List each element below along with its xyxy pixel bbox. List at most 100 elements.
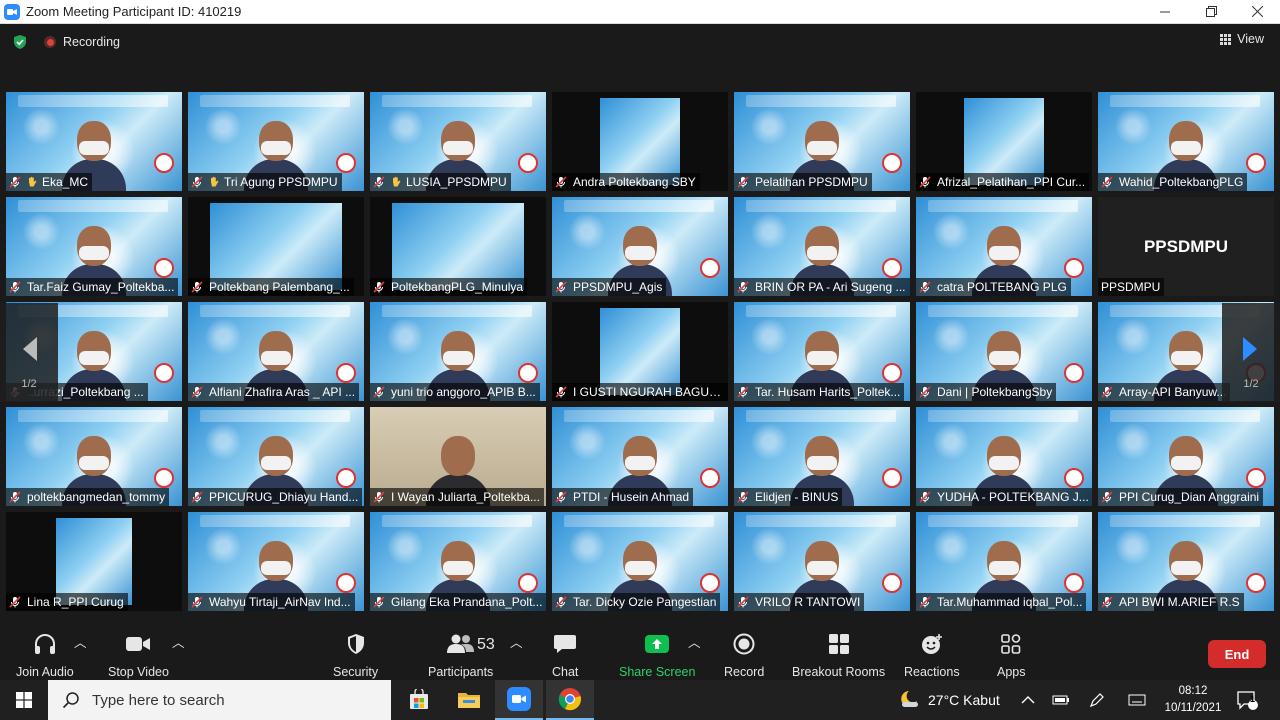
event-banner (928, 515, 1078, 527)
event-logo-icon (1064, 258, 1084, 278)
start-button[interactable] (0, 680, 48, 720)
reactions-button[interactable]: Reactions (904, 632, 960, 679)
close-button[interactable] (1234, 0, 1280, 23)
participant-tile[interactable]: yuni trio anggoro_APIB B... (370, 302, 546, 401)
participant-tile[interactable]: I GUSTI NGURAH BAGUS ... (552, 302, 728, 401)
participant-tile[interactable]: Afrizal_Pelatihan_PPI Cur... (916, 92, 1092, 191)
microsoft-store-icon[interactable] (395, 680, 443, 720)
participants-options-caret[interactable]: ︿ (510, 632, 523, 651)
participant-tile[interactable]: Lina R_PPI Curug (6, 512, 182, 611)
participant-tile[interactable]: VRILO R TANTOWI (734, 512, 910, 611)
participant-tile[interactable]: catra POLTEBANG PLG (916, 197, 1092, 296)
participant-tile[interactable]: Andra Poltekbang SBY (552, 92, 728, 191)
participant-name: Gilang Eka Prandana_Polt... (391, 595, 543, 609)
participant-tile[interactable]: Dani | PoltekbangSby (916, 302, 1092, 401)
participant-tile[interactable]: Gilang Eka Prandana_Polt... (370, 512, 546, 611)
event-logo-icon (336, 468, 356, 488)
participant-tile[interactable]: PoltekbangPLG_Minulya (370, 197, 546, 296)
audio-options-caret[interactable]: ︿ (74, 632, 87, 651)
zoom-taskbar-icon[interactable] (495, 680, 543, 720)
event-logo-icon (700, 258, 720, 278)
participant-tile[interactable]: PPI Curug_Dian Anggraini (1098, 407, 1274, 506)
participant-name: VRILO R TANTOWI (755, 595, 861, 609)
participant-name-bar: PPSDMPU (1098, 278, 1165, 296)
recording-indicator[interactable]: Recording (44, 35, 120, 49)
share-screen-button[interactable]: Share Screen (619, 632, 695, 679)
view-button[interactable]: View (1220, 32, 1264, 46)
participant-tile[interactable]: Wahyu Tirtaji_AirNav Ind... (188, 512, 364, 611)
participant-tile[interactable]: I Wayan Juliarta_Poltekba... (370, 407, 546, 506)
clock-date: 10/11/2021 (1164, 702, 1222, 714)
minimize-button[interactable] (1142, 0, 1188, 23)
record-button[interactable]: Record (724, 632, 764, 679)
muted-mic-icon (1101, 386, 1113, 398)
chrome-icon[interactable] (546, 680, 594, 720)
caret-up-icon: ︿ (172, 636, 185, 650)
join-audio-label: Join Audio (16, 665, 74, 679)
participant-tile[interactable]: PPSDMPU PPSDMPU (1098, 197, 1274, 296)
participant-tile[interactable]: Tar. Dicky Ozie Pangestian (552, 512, 728, 611)
participant-tile[interactable]: Alfiani Zhafira Aras _ API ... (188, 302, 364, 401)
headphones-icon (33, 632, 57, 656)
apps-button[interactable]: Apps (997, 632, 1026, 679)
participant-tile[interactable]: BRIN OR PA - Ari Sugeng ... (734, 197, 910, 296)
event-logo-icon (1246, 573, 1266, 593)
participant-tile[interactable]: Wahid_PoltekbangPLG (1098, 92, 1274, 191)
participants-icon (446, 632, 475, 656)
muted-mic-icon (737, 386, 749, 398)
participant-tile[interactable]: Poltekbang Palembang_... (188, 197, 364, 296)
keyboard-icon[interactable] (1128, 680, 1146, 720)
previous-page-button[interactable]: 1/2 (0, 303, 58, 402)
shield-check-icon[interactable] (12, 34, 28, 50)
participant-tile[interactable]: poltekbangmedan_tommy (6, 407, 182, 506)
participant-tile[interactable]: Tar.Faiz Gumay_Poltekba... (6, 197, 182, 296)
end-meeting-button[interactable]: End (1208, 640, 1266, 668)
next-page-button[interactable]: 1/2 (1222, 303, 1280, 402)
notifications-button[interactable]: 1 (1236, 680, 1258, 720)
file-explorer-icon[interactable] (445, 680, 493, 720)
participant-name: catra POLTEBANG PLG (937, 280, 1067, 294)
show-hidden-icons-button[interactable] (1021, 680, 1035, 720)
chat-button[interactable]: Chat (552, 632, 578, 679)
participant-name-bar: Wahyu Tirtaji_AirNav Ind... (188, 593, 355, 611)
participant-tile[interactable]: LUSIA_PPSDMPU (370, 92, 546, 191)
caret-up-icon: ︿ (510, 636, 523, 650)
security-button[interactable]: Security (333, 632, 378, 679)
event-logo-icon (154, 363, 174, 383)
participant-name-bar: Elidjen - BINUS (734, 488, 843, 506)
event-banner (18, 200, 168, 212)
participant-tile[interactable]: Eka_MC (6, 92, 182, 191)
smiley-add-icon (920, 632, 944, 656)
participant-tile[interactable]: PPICURUG_Dhiayu Hand... (188, 407, 364, 506)
participant-name-bar: Pelatihan PPSDMPU (734, 173, 872, 191)
participant-name-bar: Afrizal_Pelatihan_PPI Cur... (916, 173, 1090, 191)
share-options-caret[interactable]: ︿ (688, 632, 701, 651)
breakout-rooms-button[interactable]: Breakout Rooms (792, 632, 885, 679)
event-banner (382, 95, 532, 107)
participant-tile[interactable]: Elidjen - BINUS (734, 407, 910, 506)
participant-tile[interactable]: Pelatihan PPSDMPU (734, 92, 910, 191)
weather-widget[interactable]: 27°C Kabut (898, 680, 1000, 720)
chevron-left-icon (19, 335, 39, 366)
taskbar-search-box[interactable]: Type here to search (48, 680, 391, 720)
video-options-caret[interactable]: ︿ (172, 632, 185, 651)
participant-name: Eka_MC (42, 175, 89, 189)
battery-icon[interactable] (1052, 680, 1070, 720)
pen-icon[interactable] (1089, 680, 1105, 720)
event-logo-icon (1064, 468, 1084, 488)
participant-tile[interactable]: API BWI M.ARIEF R.S (1098, 512, 1274, 611)
participant-name-bar: Tar.Faiz Gumay_Poltekba... (6, 278, 179, 296)
view-label: View (1237, 32, 1264, 46)
stop-video-button[interactable]: Stop Video (108, 632, 169, 679)
participant-tile[interactable]: Tar. Husam Harits_Poltek... (734, 302, 910, 401)
participant-tile[interactable]: Tri Agung PPSDMPU (188, 92, 364, 191)
taskbar-clock[interactable]: 08:12 10/11/2021 (1158, 683, 1228, 717)
participant-tile[interactable]: PPSDMPU_Agis (552, 197, 728, 296)
muted-mic-icon (191, 386, 203, 398)
restore-button[interactable] (1188, 0, 1234, 23)
event-banner (382, 305, 532, 317)
participant-tile[interactable]: YUDHA - POLTEKBANG J... (916, 407, 1092, 506)
participant-tile[interactable]: PTDI - Husein Ahmad (552, 407, 728, 506)
participant-tile[interactable]: Tar.Muhammad iqbal_Pol... (916, 512, 1092, 611)
join-audio-button[interactable]: Join Audio (16, 632, 74, 679)
